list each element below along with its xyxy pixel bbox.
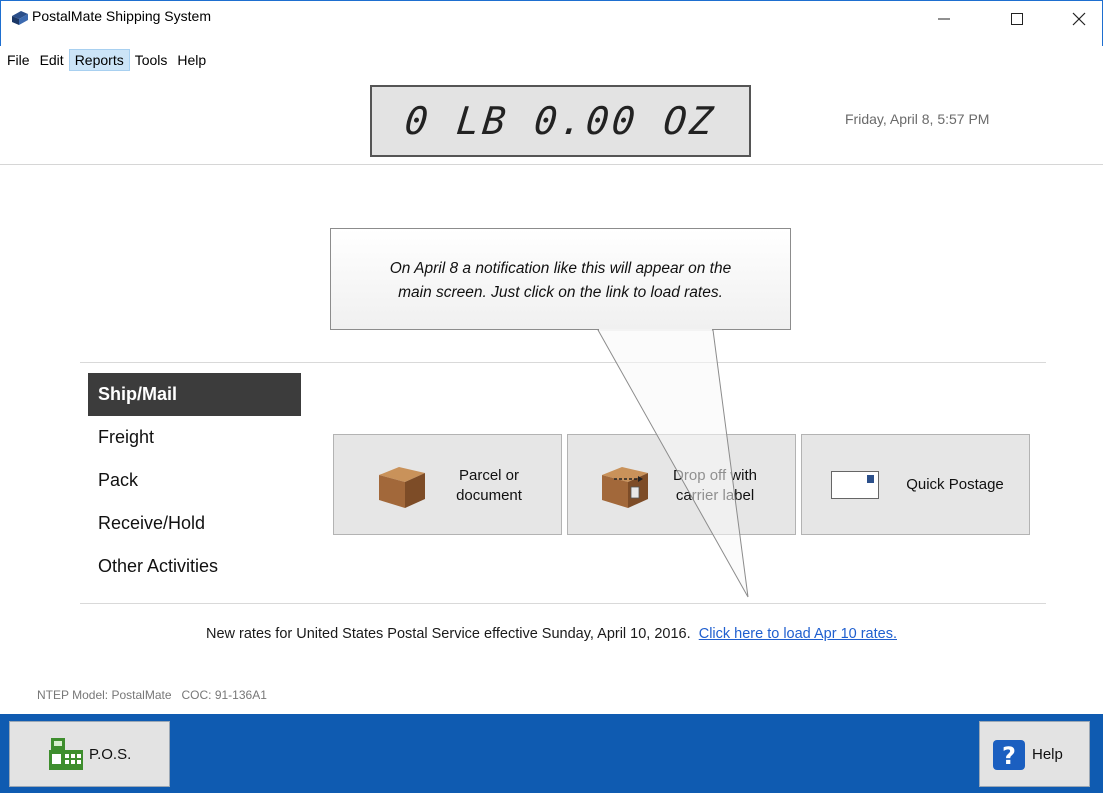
menu-tools[interactable]: Tools (130, 49, 173, 71)
parcel-document-button[interactable]: Parcel or document (333, 434, 562, 535)
maximize-button[interactable] (994, 5, 1040, 33)
rates-message: New rates for United States Postal Servi… (205, 626, 691, 642)
menu-file[interactable]: File (2, 49, 35, 71)
load-rates-link[interactable]: Click here to load Apr 10 rates. (699, 626, 897, 642)
app-logo-icon (12, 11, 28, 25)
svg-text:?: ? (1002, 742, 1016, 770)
activity-nav: Ship/Mail Freight Pack Receive/Hold Othe… (88, 373, 301, 588)
divider (80, 362, 1046, 363)
ntep-model-info: NTEP Model: PostalMate COC: 91-136A1 (37, 688, 267, 702)
callout-text: On April 8 a notification like this will… (331, 257, 790, 305)
minimize-icon (938, 18, 950, 20)
bottom-bar: P.O.S. ? Help (0, 714, 1103, 793)
nav-freight[interactable]: Freight (88, 416, 301, 459)
nav-ship-mail[interactable]: Ship/Mail (88, 373, 301, 416)
menu-help[interactable]: Help (172, 49, 211, 71)
maximize-icon (1011, 13, 1023, 25)
pos-label: P.O.S. (89, 746, 132, 763)
current-datetime: Friday, April 8, 5:57 PM (845, 111, 990, 127)
pos-button[interactable]: P.O.S. (9, 721, 170, 787)
callout-line-1: On April 8 a notification like this will… (389, 260, 732, 277)
minimize-button[interactable] (921, 5, 967, 33)
close-icon (1072, 12, 1086, 26)
scale-weight-display: 0 LB 0.00 OZ (370, 85, 751, 157)
menu-reports[interactable]: Reports (68, 49, 130, 71)
drop-off-button[interactable]: Drop off with carrier label (567, 434, 796, 535)
notification-callout: On April 8 a notification like this will… (330, 228, 791, 330)
window-title: PostalMate Shipping System (32, 8, 211, 24)
title-bar: PostalMate Shipping System (0, 0, 1103, 46)
quick-postage-label: Quick Postage (906, 476, 1004, 493)
cash-register-icon (49, 738, 83, 770)
rates-notification: New rates for United States Postal Servi… (0, 626, 1103, 642)
envelope-icon (831, 471, 879, 499)
help-question-icon: ? (993, 740, 1025, 770)
nav-other-activities[interactable]: Other Activities (88, 545, 301, 588)
drop-off-box-icon (602, 467, 648, 508)
menu-bar: File Edit Reports Tools Help (0, 48, 211, 72)
close-button[interactable] (1056, 5, 1102, 33)
quick-postage-button[interactable]: Quick Postage (801, 434, 1030, 535)
parcel-box-icon (379, 467, 425, 508)
drop-off-button-label: Drop off with carrier label (673, 467, 757, 504)
nav-pack[interactable]: Pack (88, 459, 301, 502)
callout-line-2: main screen. Just click on the link to l… (398, 284, 723, 301)
scale-reading: 0 LB 0.00 OZ (402, 99, 719, 143)
divider (0, 164, 1103, 165)
nav-receive-hold[interactable]: Receive/Hold (88, 502, 301, 545)
parcel-button-label: Parcel or document (456, 467, 522, 504)
divider (80, 603, 1046, 604)
help-button[interactable]: ? Help (979, 721, 1090, 787)
menu-edit[interactable]: Edit (35, 49, 69, 71)
help-label: Help (1032, 746, 1063, 763)
